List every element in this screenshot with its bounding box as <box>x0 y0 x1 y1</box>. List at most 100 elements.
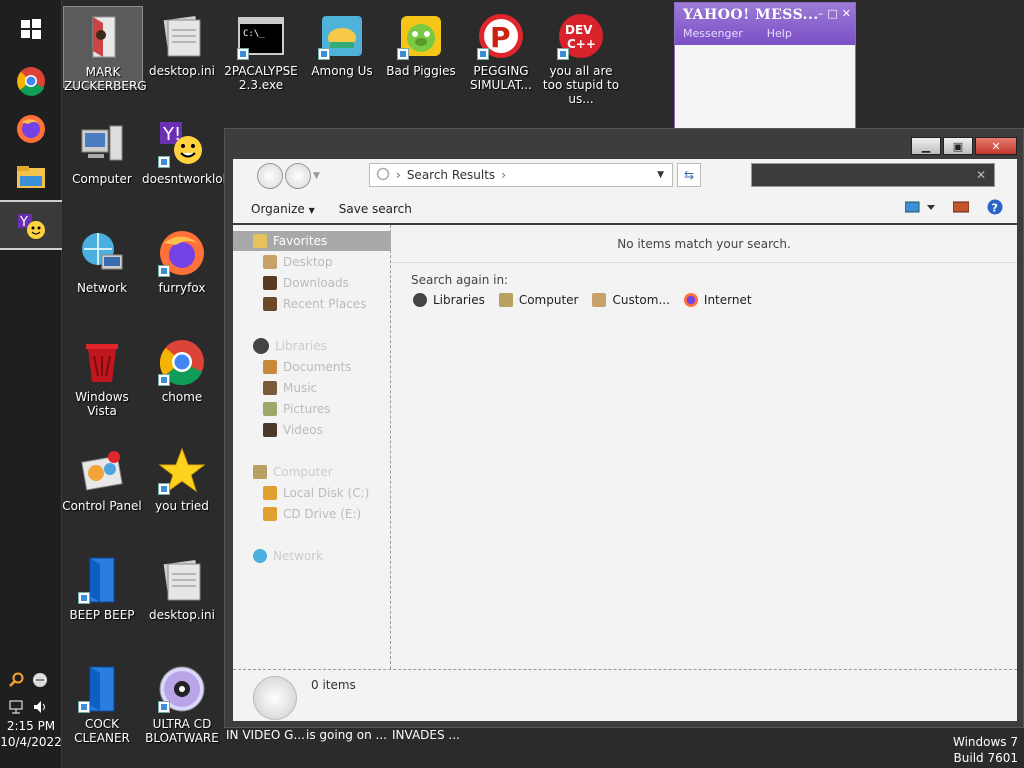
nav-recent-places[interactable]: Recent Places <box>233 294 391 314</box>
taskbar-firefox[interactable] <box>0 106 62 154</box>
desktop-icon-network[interactable]: Network <box>62 223 142 295</box>
search-again-custom[interactable]: Custom... <box>592 293 670 307</box>
nav-label: Local Disk (C:) <box>283 486 370 500</box>
desktop-icon-mark-zuckerberg[interactable]: MARK ZUCKERBERG <box>63 6 147 93</box>
yahoo-menu-messenger[interactable]: Messenger <box>683 27 743 40</box>
desktop-icon-among-us[interactable]: Among Us <box>302 6 382 78</box>
explorer-window[interactable]: ▁ ▣ ✕ ▼ › Search Results › ▼ ⇆ ✕ Organiz… <box>224 128 1024 728</box>
minimize-button[interactable]: ▁ <box>911 137 941 155</box>
nav-desktop[interactable]: Desktop <box>233 252 391 272</box>
clear-search-icon[interactable]: ✕ <box>976 168 986 182</box>
nav-pictures[interactable]: Pictures <box>233 399 391 419</box>
devcpp-icon: DEV C++ <box>557 12 605 60</box>
desktop-icon-beep-beep[interactable]: BEEP BEEP <box>62 550 142 622</box>
yahoo-menu: Messenger Help <box>683 27 847 40</box>
close-icon[interactable]: ✕ <box>842 7 851 20</box>
taskbar-explorer[interactable] <box>0 154 62 202</box>
save-search-button[interactable]: Save search <box>339 202 412 216</box>
shortcut-arrow-icon <box>158 483 170 495</box>
desktop-icon-label: COCK CLEANER <box>74 717 130 745</box>
taskbar-yahoo[interactable]: Y <box>0 202 62 250</box>
search-again-computer[interactable]: Computer <box>498 293 578 307</box>
desktop-icon-devcpp[interactable]: DEV C++ you all are too stupid to us... <box>541 6 621 106</box>
nav-documents[interactable]: Documents <box>233 357 391 377</box>
desktop-icon-label-hidden[interactable]: IN VIDEO G... <box>226 728 305 742</box>
desktop-icon-windows-vista[interactable]: Windows Vista <box>62 332 142 418</box>
clock[interactable]: 2:15 PM 10/4/2022 <box>0 718 62 750</box>
desktop-icon-you-tried[interactable]: you tried <box>142 441 222 513</box>
recycle-bin-icon <box>78 338 126 386</box>
close-button[interactable]: ✕ <box>975 137 1017 155</box>
maximize-button[interactable]: ▣ <box>943 137 973 155</box>
network-tray-icon[interactable] <box>8 699 24 718</box>
start-button[interactable] <box>0 6 62 54</box>
search-again-internet[interactable]: Internet <box>683 293 752 307</box>
desktop-icon-label: Bad Piggies <box>386 64 456 78</box>
refresh-button[interactable]: ⇆ <box>677 163 701 187</box>
preview-pane-button[interactable] <box>952 201 970 216</box>
os-build: Build 7601 <box>953 751 1018 765</box>
nav-network[interactable]: Network <box>233 546 391 566</box>
yahoo-menu-help[interactable]: Help <box>767 27 792 40</box>
refresh-icon: ⇆ <box>683 168 695 182</box>
search-again-libraries[interactable]: Libraries <box>413 293 485 307</box>
address-dropdown-icon[interactable]: ▼ <box>657 170 664 180</box>
nav-videos[interactable]: Videos <box>233 420 391 440</box>
breadcrumb-separator-icon[interactable]: › <box>396 168 401 182</box>
close-icon: ✕ <box>991 139 1001 153</box>
network-icon <box>78 229 126 277</box>
nav-favorites[interactable]: Favorites <box>233 231 391 251</box>
organize-button[interactable]: Organize ▼ <box>251 202 315 216</box>
desktop-icon-chome[interactable]: chome <box>142 332 222 404</box>
organize-label: Organize <box>251 202 305 216</box>
volume-icon[interactable] <box>32 699 48 718</box>
recent-places-icon <box>263 297 277 311</box>
content-pane[interactable]: No items match your search. Search again… <box>391 225 1017 669</box>
change-view-button[interactable] <box>904 201 935 216</box>
yahoo-titlebar[interactable]: YAHOO! MESS... Messenger Help – □ ✕ <box>675 3 855 45</box>
desktop-icon-pegging-simulator[interactable]: P PEGGING SIMULAT... <box>461 6 541 92</box>
desktop-icon-label-hidden[interactable]: is going on ... <box>306 728 387 742</box>
yahoo-messenger-icon: Y <box>16 210 46 243</box>
desktop-icon-ultra-cd-bloatware[interactable]: ULTRA CD BLOATWARE <box>142 659 222 745</box>
nav-downloads[interactable]: Downloads <box>233 273 391 293</box>
nav-local-disk[interactable]: Local Disk (C:) <box>233 483 391 503</box>
document-icon <box>158 12 206 60</box>
item-count: 0 items <box>311 678 356 692</box>
desktop-icon-desktop-ini-2[interactable]: desktop.ini <box>142 550 222 622</box>
desktop-icon-furryfox[interactable]: furryfox <box>142 223 222 295</box>
breadcrumb-search-results[interactable]: Search Results <box>407 168 495 182</box>
nav-libraries[interactable]: Libraries <box>233 336 391 356</box>
view-controls: ? <box>904 199 1003 218</box>
search-icon[interactable] <box>8 672 24 691</box>
address-bar[interactable]: › Search Results › ▼ <box>369 163 673 187</box>
desktop-icon-desktop-ini[interactable]: desktop.ini <box>142 6 222 78</box>
desktop-icon-computer[interactable]: Computer <box>62 114 142 186</box>
nav-computer[interactable]: Computer <box>233 462 391 482</box>
help-button[interactable]: ? <box>987 199 1003 218</box>
search-results-icon <box>253 676 297 720</box>
minimize-icon[interactable]: – <box>818 7 824 20</box>
taskbar-chrome[interactable] <box>0 58 62 106</box>
desktop-icon-bad-piggies[interactable]: Bad Piggies <box>381 6 461 78</box>
search-input[interactable]: ✕ <box>751 163 995 187</box>
yahoo-messenger-window[interactable]: YAHOO! MESS... Messenger Help – □ ✕ <box>674 2 856 132</box>
back-button[interactable] <box>257 163 283 189</box>
desktop-icon-cock-cleaner[interactable]: COCK CLEANER <box>62 659 142 745</box>
nav-music[interactable]: Music <box>233 378 391 398</box>
forward-button[interactable] <box>285 163 311 189</box>
maximize-icon[interactable]: □ <box>827 7 837 20</box>
input-indicator-icon[interactable] <box>32 672 48 691</box>
nav-cd-drive[interactable]: CD Drive (E:) <box>233 504 391 524</box>
desktop-icon-label: BEEP BEEP <box>69 608 135 622</box>
desktop-icon-label-hidden[interactable]: INVADES ... <box>392 728 460 742</box>
document-icon <box>158 556 206 604</box>
computer-icon <box>498 293 513 307</box>
shortcut-arrow-icon <box>158 701 170 713</box>
recent-pages-chevron-icon[interactable]: ▼ <box>313 171 320 189</box>
breadcrumb-separator-icon[interactable]: › <box>501 168 506 182</box>
desktop-icon-label: PEGGING SIMULAT... <box>470 64 532 92</box>
desktop-icon-2pacalypse[interactable]: C:\_ 2PACALYPSE 2.3.exe <box>221 6 301 92</box>
desktop-icon-control-panel[interactable]: Control Panel <box>62 441 142 513</box>
desktop-icon-doesntworklol[interactable]: Y! doesntworklol <box>142 114 226 186</box>
